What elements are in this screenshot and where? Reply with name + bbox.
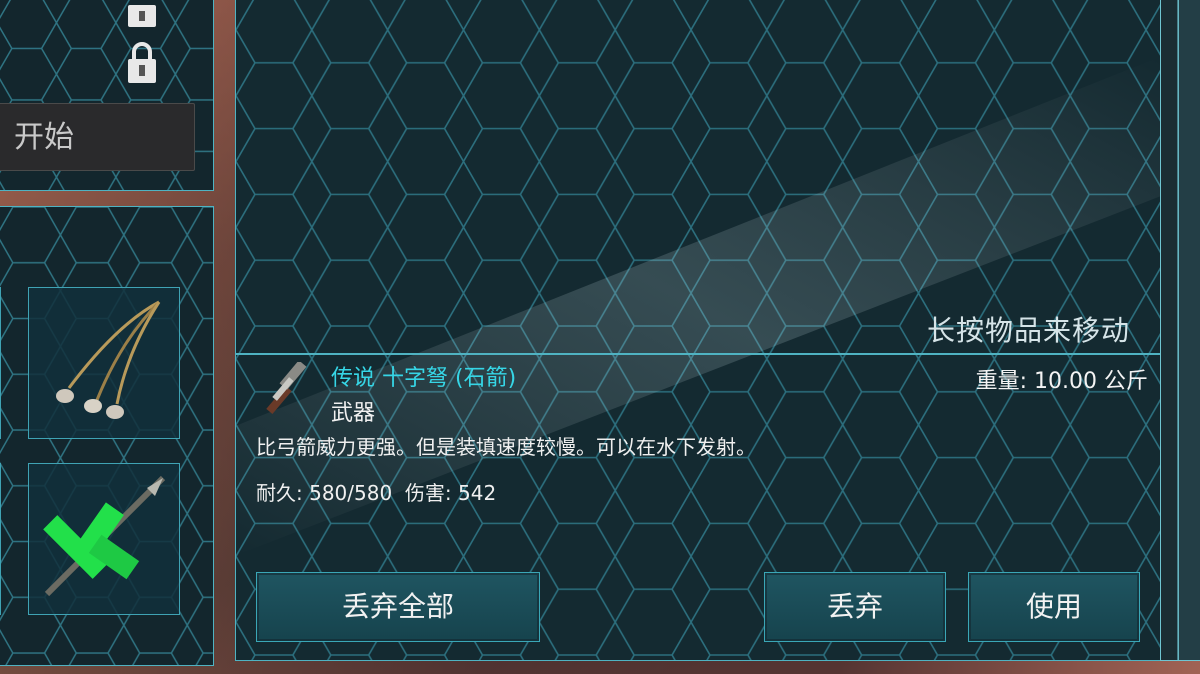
divider	[236, 353, 1160, 355]
durability-label: 耐久:	[256, 481, 303, 505]
inventory-slot-partial[interactable]	[0, 463, 1, 615]
item-description: 比弓箭威力更强。但是装填速度较慢。可以在水下发射。	[256, 435, 756, 459]
damage-value: 542	[458, 481, 497, 505]
item-name: 传说 十字弩 (石箭)	[331, 366, 517, 391]
damage-label: 伤害:	[404, 481, 452, 505]
item-type: 武器	[331, 401, 376, 426]
item-stats: 耐久: 580/580 伤害: 542	[256, 477, 496, 506]
crossbow-icon	[266, 362, 307, 415]
inventory-slot-bola[interactable]	[28, 287, 180, 439]
durability-value: 580/580	[309, 481, 393, 505]
move-hint-text: 长按物品来移动	[926, 314, 1130, 347]
inventory-slot-partial[interactable]	[0, 287, 1, 439]
bola-icon	[56, 300, 161, 419]
inventory-panel	[0, 206, 214, 666]
lock-icon	[128, 5, 156, 27]
drop-button[interactable]: 丢弃	[764, 572, 946, 642]
start-button[interactable]: 开始	[0, 103, 195, 171]
lock-icon	[128, 42, 156, 83]
top-left-panel: 开始	[0, 0, 214, 191]
hex-pattern	[1177, 0, 1200, 660]
item-weight: 重量: 10.00 公斤	[975, 369, 1148, 394]
use-button[interactable]: 使用	[968, 572, 1140, 642]
inventory-slot-tool[interactable]	[28, 463, 180, 615]
item-detail-panel: 长按物品来移动 传说 十字弩 (石箭) 武器 重量: 10.00 公斤 比弓箭威…	[235, 0, 1161, 661]
drop-all-button[interactable]: 丢弃全部	[256, 572, 540, 642]
right-edge-panel	[1160, 0, 1200, 661]
spear-and-hammer-icon	[43, 475, 166, 597]
